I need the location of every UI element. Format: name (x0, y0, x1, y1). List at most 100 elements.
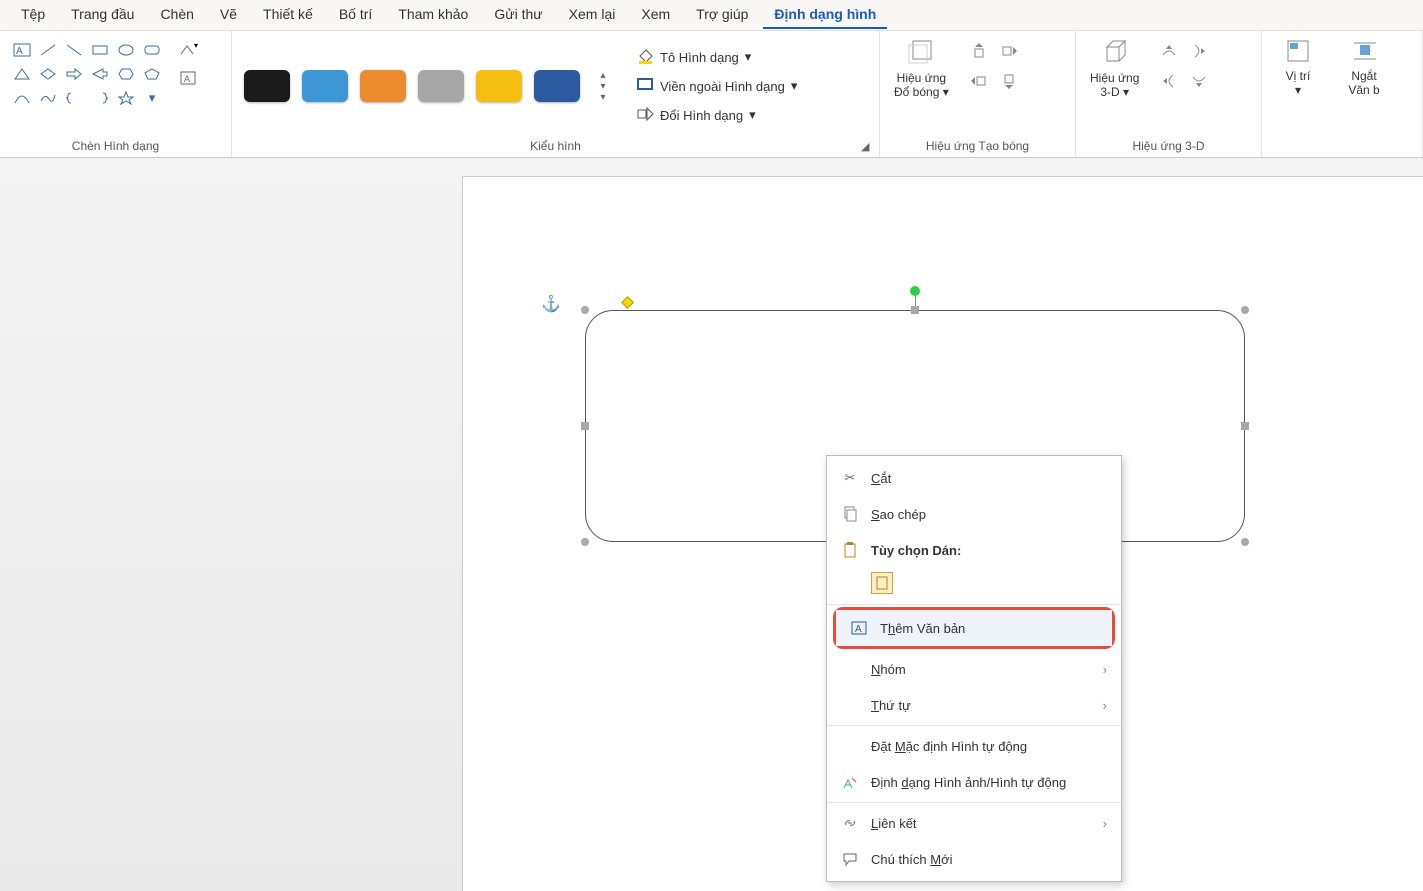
group-insert-shapes: A ▾ ▾ A (0, 31, 232, 157)
style-swatch-1[interactable] (244, 70, 290, 102)
style-swatch-3[interactable] (360, 70, 406, 102)
resize-handle-br[interactable] (1241, 538, 1249, 546)
shape-ellipse-icon[interactable] (114, 39, 138, 61)
menu-layout[interactable]: Bố trí (328, 1, 383, 29)
shape-outline-label: Viền ngoài Hình dạng (660, 79, 785, 94)
edit-shape-button[interactable]: ▾ (176, 37, 202, 63)
position-icon (1284, 37, 1312, 65)
menu-insert[interactable]: Chèn (149, 1, 204, 29)
3d-effects-button[interactable]: Hiệu ứng 3-D ▾ (1082, 35, 1147, 101)
shape-fill-label: Tô Hình dạng (660, 50, 739, 65)
outline-icon (636, 77, 654, 96)
paste-keep-source-icon[interactable] (871, 572, 893, 594)
shape-more-icon[interactable]: ▾ (140, 87, 164, 109)
shape-gallery[interactable]: A ▾ (6, 35, 168, 113)
ctx-group[interactable]: Nhóm › (827, 651, 1121, 687)
menu-review[interactable]: Xem lại (558, 1, 627, 29)
resize-handle-tr[interactable] (1241, 306, 1249, 314)
style-swatch-4[interactable] (418, 70, 464, 102)
shadow-effects-button[interactable]: Hiệu ứng Đổ bóng ▾ (886, 35, 957, 101)
resize-handle-tl[interactable] (581, 306, 589, 314)
resize-handle-r[interactable] (1241, 422, 1249, 430)
change-shape-label: Đổi Hình dạng (660, 108, 743, 123)
shadow-label: Hiệu ứng Đổ bóng (894, 71, 946, 99)
menubar: Tệp Trang đầu Chèn Vẽ Thiết kế Bố trí Th… (0, 0, 1423, 30)
shadow-nudge-grid (963, 35, 1025, 97)
position-button[interactable]: Vị trí▾ (1268, 35, 1328, 99)
shadow-icon (905, 37, 937, 67)
menu-file[interactable]: Tệp (10, 1, 56, 29)
nudge-right-icon[interactable] (997, 39, 1021, 63)
menu-mailings[interactable]: Gửi thư (483, 1, 553, 29)
ctx-order[interactable]: Thứ tự › (827, 687, 1121, 723)
group-shape-styles: ▴▾▾ Tô Hình dạng▾ Viền ngoài Hình dạng▾ … (232, 31, 880, 157)
rotate-handle[interactable] (910, 286, 920, 296)
shape-curve-icon[interactable] (36, 87, 60, 109)
chevron-right-icon: › (1103, 662, 1107, 677)
shape-textbox-icon[interactable]: A (10, 39, 34, 61)
style-swatch-5[interactable] (476, 70, 522, 102)
group-label-insert-shapes: Chèn Hình dạng (6, 137, 225, 155)
group-shadow-effects: Hiệu ứng Đổ bóng ▾ Hiệu ứng Tạo bóng (880, 31, 1076, 157)
svg-text:A: A (855, 624, 862, 635)
context-menu: ✂ Cắt Sao chép Tùy chọn Dán: A Thêm Văn … (826, 455, 1122, 882)
cube-icon (1099, 37, 1131, 67)
ctx-copy[interactable]: Sao chép (827, 496, 1121, 532)
shape-arrow-right-icon[interactable] (62, 63, 86, 85)
group-arrange: Vị trí▾ Ngắt Văn b (1262, 31, 1423, 157)
menu-help[interactable]: Trợ giúp (685, 1, 759, 29)
resize-handle-t[interactable] (911, 306, 919, 314)
bucket-icon (636, 48, 654, 67)
style-swatch-6[interactable] (534, 70, 580, 102)
tilt-left-icon[interactable] (1157, 69, 1181, 93)
resize-handle-bl[interactable] (581, 538, 589, 546)
style-gallery[interactable]: ▴▾▾ (238, 66, 616, 106)
shape-line2-icon[interactable] (62, 39, 86, 61)
menu-draw[interactable]: Vẽ (209, 1, 248, 29)
document-canvas[interactable]: ⚓ ✂ Cắt Sao chép Tùy chọn Dán: (0, 158, 1423, 891)
menu-references[interactable]: Tham khảo (387, 1, 479, 29)
ctx-add-text[interactable]: A Thêm Văn bản (836, 610, 1112, 646)
shape-star-icon[interactable] (114, 87, 138, 109)
shape-diamond-icon[interactable] (36, 63, 60, 85)
wrap-text-button[interactable]: Ngắt Văn b (1334, 35, 1394, 99)
shape-fill-button[interactable]: Tô Hình dạng▾ (630, 44, 803, 71)
shape-triangle-icon[interactable] (10, 63, 34, 85)
text-box-draw-button[interactable]: A (176, 65, 202, 91)
shape-rect-icon[interactable] (88, 39, 112, 61)
shape-line-icon[interactable] (36, 39, 60, 61)
ctx-paste-label: Tùy chọn Dán: (871, 543, 961, 558)
shape-roundrect-icon[interactable] (140, 39, 164, 61)
shape-outline-button[interactable]: Viền ngoài Hình dạng▾ (630, 73, 803, 100)
tilt-right-icon[interactable] (1187, 39, 1211, 63)
menu-format-picture[interactable]: Định dạng hình (763, 1, 887, 29)
shape-arc-icon[interactable] (10, 87, 34, 109)
ctx-new-comment[interactable]: Chú thích Mới (827, 841, 1121, 877)
ctx-link[interactable]: Liên kết › (827, 805, 1121, 841)
menu-design[interactable]: Thiết kế (252, 1, 324, 29)
anchor-icon: ⚓ (541, 294, 561, 314)
3d-tilt-grid (1153, 35, 1215, 97)
nudge-down-icon[interactable] (997, 69, 1021, 93)
3d-label: Hiệu ứng 3-D (1090, 71, 1139, 99)
style-swatch-2[interactable] (302, 70, 348, 102)
menu-view[interactable]: Xem (630, 1, 681, 29)
shape-pentagon-icon[interactable] (140, 63, 164, 85)
shape-hex-icon[interactable] (114, 63, 138, 85)
change-shape-button[interactable]: Đổi Hình dạng▾ (630, 102, 803, 129)
ctx-format-shape[interactable]: Định dạng Hình ảnh/Hình tự động (827, 764, 1121, 800)
dialog-launcher-icon[interactable]: ◢ (861, 140, 875, 154)
ctx-cut[interactable]: ✂ Cắt (827, 460, 1121, 496)
resize-handle-l[interactable] (581, 422, 589, 430)
menu-home[interactable]: Trang đầu (60, 1, 145, 29)
svg-text:A: A (184, 74, 190, 84)
tilt-up-icon[interactable] (1157, 39, 1181, 63)
shape-arrow-icon[interactable] (88, 63, 112, 85)
nudge-up-icon[interactable] (967, 39, 991, 63)
shape-brace-icon[interactable] (62, 87, 86, 109)
nudge-left-icon[interactable] (967, 69, 991, 93)
tilt-down-icon[interactable] (1187, 69, 1211, 93)
style-more-button[interactable]: ▴▾▾ (592, 70, 610, 102)
shape-brace2-icon[interactable] (88, 87, 112, 109)
ctx-set-default[interactable]: Đặt Mặc định Hình tự động (827, 728, 1121, 764)
